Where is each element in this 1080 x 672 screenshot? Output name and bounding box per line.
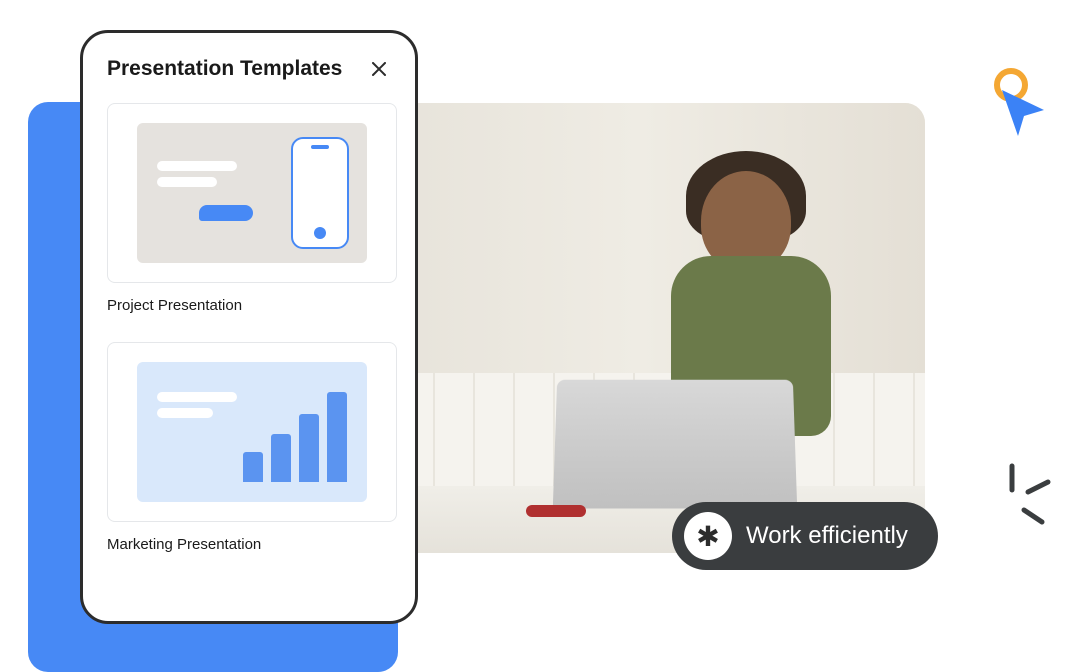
- phone-icon: [291, 137, 349, 249]
- asterisk-icon: ✱: [684, 512, 732, 560]
- template-card-marketing[interactable]: Marketing Presentation: [107, 342, 391, 553]
- spark-lines-icon: [994, 460, 1054, 530]
- template-thumbnail: [107, 342, 397, 522]
- panel-header: Presentation Templates: [107, 57, 391, 81]
- template-card-project[interactable]: Project Presentation: [107, 103, 391, 314]
- panel-title: Presentation Templates: [107, 57, 342, 81]
- template-label: Marketing Presentation: [107, 536, 391, 553]
- template-label: Project Presentation: [107, 297, 391, 314]
- bar-chart-icon: [243, 392, 347, 482]
- lifestyle-photo: [355, 103, 925, 553]
- presentation-templates-panel: Presentation Templates Project Presentat…: [80, 30, 418, 624]
- close-button[interactable]: [367, 57, 391, 81]
- badge-text: Work efficiently: [746, 522, 908, 550]
- close-icon: [372, 62, 386, 76]
- work-efficiently-badge: ✱ Work efficiently: [672, 502, 938, 570]
- cursor-decoration: [978, 68, 1058, 158]
- cursor-arrow-icon: [998, 86, 1048, 140]
- template-thumbnail: [107, 103, 397, 283]
